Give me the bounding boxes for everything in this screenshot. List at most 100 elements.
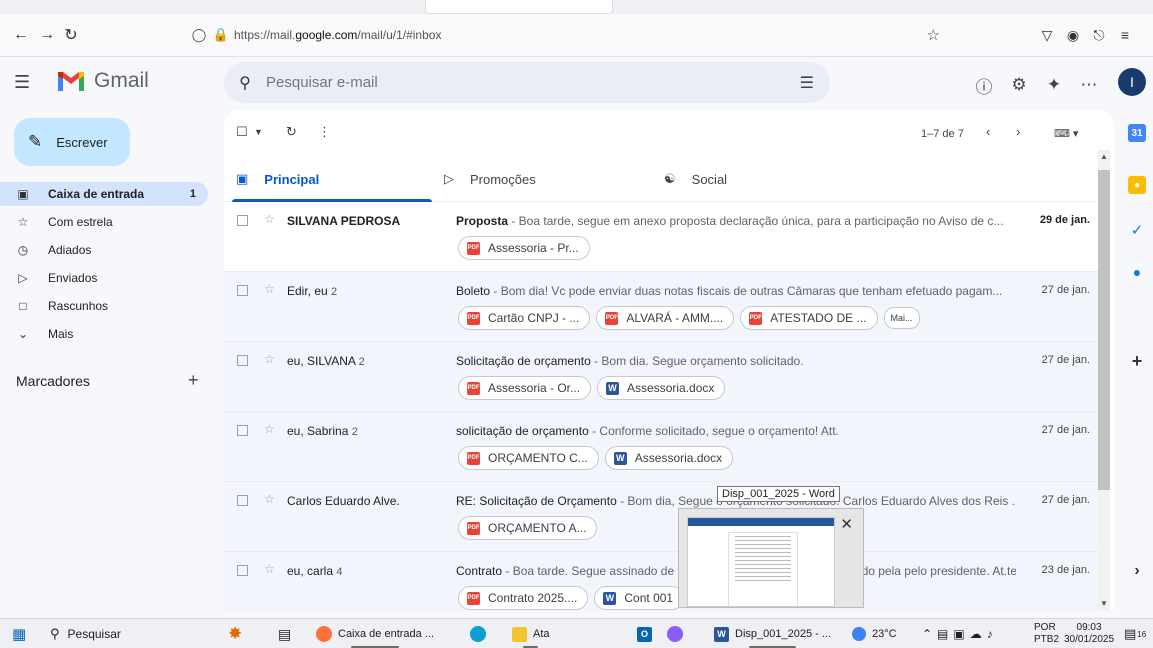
- nav-item-more[interactable]: ⌄ Mais: [0, 322, 208, 346]
- taskbar-word[interactable]: W Disp_001_2025 - ...: [714, 619, 831, 648]
- email-row[interactable]: ☆ SILVANA PEDROSA Proposta - Boa tarde, …: [224, 202, 1098, 272]
- attachment-chip[interactable]: PDF ALVARÁ - AMM....: [596, 306, 735, 330]
- refresh-icon[interactable]: ↻: [286, 124, 297, 140]
- select-dropdown-icon[interactable]: ▼: [254, 127, 263, 137]
- star-icon[interactable]: ☆: [264, 562, 275, 576]
- clock[interactable]: 09:03 30/01/2025: [1064, 619, 1114, 648]
- add-label-button[interactable]: +: [188, 370, 199, 391]
- attachment-chip[interactable]: PDF Assessoria - Or...: [458, 376, 592, 400]
- nav-item-drafts[interactable]: □ Rascunhos: [0, 294, 208, 318]
- pocket-icon[interactable]: ▽: [1036, 24, 1058, 46]
- notifications-button[interactable]: ▤ 16: [1124, 619, 1146, 648]
- help-icon[interactable]: ⓘ: [973, 74, 995, 97]
- avatar[interactable]: I: [1118, 68, 1146, 96]
- extensions-icon[interactable]: ⎋: [1088, 24, 1110, 46]
- forward-icon[interactable]: →: [36, 24, 58, 46]
- star-icon[interactable]: ☆: [264, 422, 275, 436]
- keyboard-input-icon[interactable]: ⌨ ▾: [1054, 127, 1078, 140]
- tab-principal[interactable]: ▣ Principal: [231, 156, 433, 202]
- send-icon: ▷: [18, 271, 28, 285]
- menu-icon[interactable]: ≡: [1114, 24, 1136, 46]
- pdf-icon: PDF: [467, 311, 480, 325]
- email-row[interactable]: ☆ Carlos Eduardo Alve. RE: Solicitação d…: [224, 482, 1098, 552]
- next-page-icon[interactable]: ›: [1016, 124, 1020, 139]
- keep-icon[interactable]: ●: [1128, 176, 1146, 194]
- windows-start-icon[interactable]: ▦: [12, 619, 26, 648]
- tab-promocoes[interactable]: ▷ Promoções: [444, 156, 536, 202]
- email-row[interactable]: ☆ Edir, eu 2 Boleto - Bom dia! Vc pode e…: [224, 272, 1098, 342]
- attachment-chip[interactable]: W Assessoria.docx: [597, 376, 726, 400]
- scroll-down-icon[interactable]: ▼: [1100, 599, 1108, 608]
- gmail-logo[interactable]: Gmail: [56, 69, 149, 93]
- star-icon[interactable]: ☆: [264, 282, 275, 296]
- scrollbar-thumb[interactable]: [1098, 170, 1110, 490]
- taskbar-firefox[interactable]: Caixa de entrada ...: [316, 619, 434, 648]
- system-tray-icons[interactable]: ⌃▤▣☁♪: [922, 619, 998, 648]
- contacts-icon[interactable]: ●: [1128, 263, 1146, 281]
- browser-tab[interactable]: [425, 0, 613, 14]
- row-checkbox[interactable]: [237, 425, 248, 436]
- scroll-up-icon[interactable]: ▲: [1100, 152, 1108, 161]
- previous-page-icon[interactable]: ‹: [986, 124, 990, 139]
- star-icon[interactable]: ☆: [264, 352, 275, 366]
- row-checkbox[interactable]: [237, 215, 248, 226]
- nav-item-sent[interactable]: ▷ Enviados: [0, 266, 208, 290]
- row-checkbox[interactable]: [237, 355, 248, 366]
- attachment-chip[interactable]: PDF ATESTADO DE ...: [740, 306, 878, 330]
- search-input[interactable]: [266, 74, 746, 91]
- attachment-chip[interactable]: PDF Contrato 2025....: [458, 586, 589, 610]
- attachment-chip[interactable]: PDF ORÇAMENTO A...: [458, 516, 598, 540]
- star-icon[interactable]: ☆: [264, 212, 275, 226]
- tasks-icon[interactable]: ✓: [1128, 221, 1146, 239]
- add-app-icon[interactable]: +: [1128, 351, 1146, 371]
- more-options-icon[interactable]: ⋮: [318, 124, 331, 140]
- task-view-icon[interactable]: ▤: [278, 619, 291, 648]
- reload-icon[interactable]: ↻: [60, 24, 82, 46]
- star-icon[interactable]: ☆: [264, 492, 275, 506]
- attachment-chip[interactable]: W Cont 001: [594, 586, 685, 610]
- nav-item-snoozed[interactable]: ◷ Adiados: [0, 238, 208, 262]
- row-checkbox[interactable]: [237, 565, 248, 576]
- taskbar-copilot[interactable]: [667, 619, 689, 648]
- taskbar-outlook[interactable]: O: [637, 619, 658, 648]
- row-checkbox[interactable]: [237, 285, 248, 296]
- more-attachments-chip[interactable]: Mai...: [883, 307, 920, 329]
- taskbar-edge[interactable]: [470, 619, 492, 648]
- address-bar[interactable]: ◯ 🔒 https://mail.google.com/mail/u/1/#in…: [190, 20, 950, 50]
- calendar-icon[interactable]: 31: [1128, 124, 1146, 142]
- attachment-chip[interactable]: PDF ORÇAMENTO C...: [458, 446, 599, 470]
- compose-button[interactable]: ✎ Escrever: [14, 118, 130, 166]
- expand-panel-icon[interactable]: ›: [1128, 562, 1146, 580]
- search-bar[interactable]: ⚲ ☰: [224, 62, 830, 103]
- close-icon[interactable]: ✕: [840, 515, 853, 533]
- attachment-chip[interactable]: PDF Assessoria - Pr...: [458, 236, 590, 260]
- mail-list-scrollbar[interactable]: ▲ ▼: [1098, 150, 1110, 610]
- row-checkbox[interactable]: [237, 495, 248, 506]
- bookmark-star-icon[interactable]: ☆: [927, 26, 940, 44]
- back-icon[interactable]: ←: [10, 24, 32, 46]
- attachment-chip[interactable]: PDF Cartão CNPJ - ...: [458, 306, 591, 330]
- account-icon[interactable]: ◉: [1062, 24, 1084, 46]
- email-row[interactable]: ☆ eu, Sabrina 2 solicitação de orçamento…: [224, 412, 1098, 482]
- select-all-checkbox[interactable]: ☐: [236, 124, 248, 140]
- search-icon[interactable]: ⚲: [224, 73, 266, 93]
- apps-grid-icon[interactable]: ⋯: [1078, 74, 1100, 96]
- attachment-chip[interactable]: W Assessoria.docx: [604, 446, 734, 470]
- nav-item-starred[interactable]: ☆ Com estrela: [0, 210, 208, 234]
- settings-gear-icon[interactable]: ⚙: [1008, 74, 1030, 96]
- weather-widget[interactable]: 23°C: [852, 619, 897, 648]
- tab-social[interactable]: ☯ Social: [664, 156, 727, 202]
- news-widget-icon[interactable]: ✸: [228, 619, 242, 648]
- email-row[interactable]: ☆ eu, SILVANA 2 Solicitação de orçamento…: [224, 342, 1098, 412]
- word-window-preview[interactable]: ✕: [678, 508, 864, 608]
- taskbar-search[interactable]: ⚲ Pesquisar: [50, 619, 121, 648]
- search-options-icon[interactable]: ☰: [800, 73, 814, 93]
- lock-icon[interactable]: 🔒: [212, 27, 230, 43]
- gemini-sparkle-icon[interactable]: ✦: [1043, 74, 1065, 96]
- nav-item-inbox[interactable]: ▣ Caixa de entrada 1: [0, 182, 208, 206]
- email-row[interactable]: ☆ eu, carla 4 Contrato - Boa tarde. Segu…: [224, 552, 1098, 610]
- main-menu-icon[interactable]: ☰: [14, 72, 30, 93]
- taskbar-folder[interactable]: Ata: [512, 619, 550, 648]
- shield-icon[interactable]: ◯: [190, 27, 208, 43]
- language-indicator[interactable]: POR PTB2: [1034, 619, 1059, 648]
